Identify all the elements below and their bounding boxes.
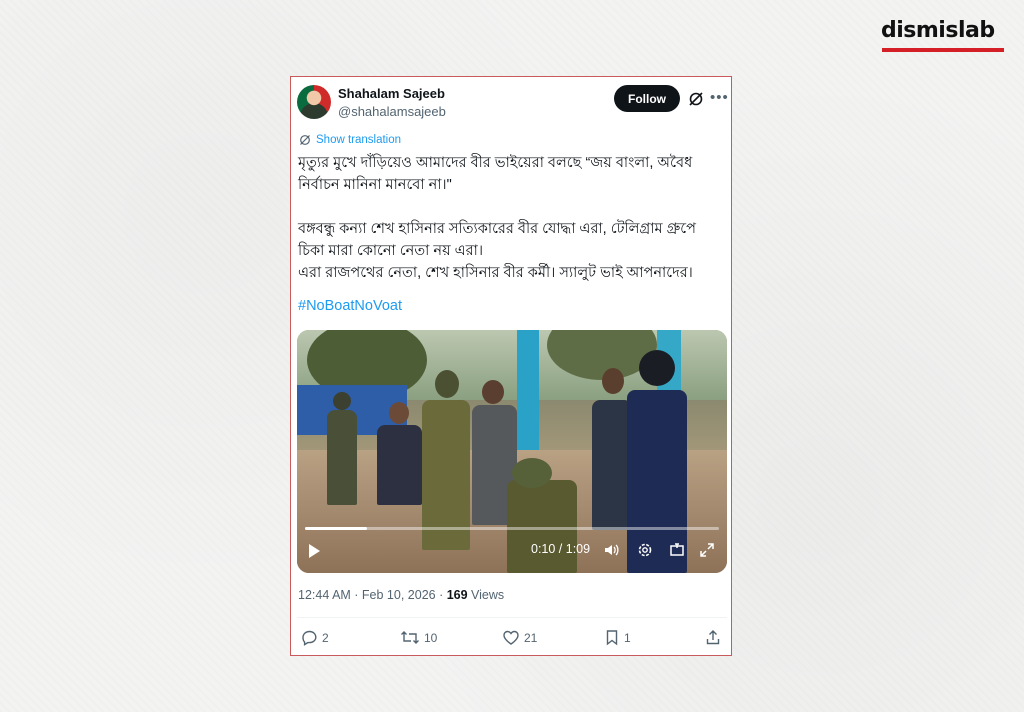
more-options-icon[interactable]: •••: [710, 89, 729, 106]
repost-button[interactable]: 10: [400, 629, 437, 646]
play-icon[interactable]: [309, 544, 320, 558]
bookmark-icon: [606, 630, 618, 646]
divider: [297, 617, 727, 618]
tweet-meta: 12:44 AM · Feb 10, 2026 · 169 Views: [298, 588, 504, 602]
tweet-text-line: মৃত্যুর মুখে দাঁড়িয়েও আমাদের বীর ভাইয়…: [298, 155, 693, 171]
grok-icon[interactable]: [688, 91, 704, 107]
timestamp[interactable]: 12:44 AM · Feb 10, 2026 ·: [298, 588, 447, 602]
logo-underline: [882, 48, 1004, 52]
author-handle[interactable]: @shahalamsajeeb: [338, 104, 446, 119]
views-label: Views: [467, 588, 505, 602]
tweet-text-line: নির্বাচন মানিনা মানবো না।": [298, 177, 452, 193]
like-count: 21: [524, 630, 538, 645]
bookmark-button[interactable]: 1: [604, 629, 631, 646]
video-progress-bar[interactable]: [305, 527, 719, 530]
tweet-actions: 2 10 21 1: [291, 629, 733, 651]
show-translation-label: Show translation: [316, 134, 402, 146]
tweet-text-line: বঙ্গবন্ধু কন্যা শেখ হাসিনার সত্যিকারের ব…: [298, 221, 696, 237]
video-controls: 0:10 / 1:09: [297, 534, 727, 570]
tweet-text-line: চিকা মারা কোনো নেতা নয় এরা।: [298, 243, 484, 259]
avatar[interactable]: [297, 85, 331, 119]
video-frame-wall: [517, 330, 539, 450]
share-button[interactable]: [705, 629, 721, 646]
volume-icon[interactable]: [602, 541, 620, 559]
follow-button[interactable]: Follow: [614, 85, 680, 112]
bookmark-count: 1: [624, 630, 631, 645]
tweet-text: মৃত্যুর মুখে দাঁড়িয়েও আমাদের বীর ভাইয়…: [298, 152, 728, 284]
share-icon: [706, 630, 720, 645]
video-player[interactable]: 0:10 / 1:09: [297, 330, 727, 573]
settings-icon[interactable]: [636, 541, 654, 559]
hashtag-link[interactable]: #NoBoatNoVoat: [298, 298, 402, 314]
pip-icon[interactable]: [668, 541, 686, 559]
like-button[interactable]: 21: [502, 629, 537, 646]
dismislab-logo: dismislab: [881, 18, 1005, 54]
tweet-text-line: এরা রাজপথের নেতা, শেখ হাসিনার বীর কর্মী।…: [298, 265, 693, 281]
video-time: 0:10 / 1:09: [531, 542, 591, 556]
views-count: 169: [446, 588, 468, 602]
video-progress-fill: [305, 527, 368, 530]
fullscreen-icon[interactable]: [698, 541, 716, 559]
show-translation-link[interactable]: Show translation: [299, 134, 401, 146]
tweet-card: Shahalam Sajeeb @shahalamsajeeb Follow •…: [290, 76, 732, 656]
repost-icon: [401, 631, 419, 644]
author-name[interactable]: Shahalam Sajeeb: [338, 86, 445, 101]
heart-icon: [503, 630, 519, 645]
reply-button[interactable]: 2: [301, 629, 329, 646]
reply-icon: [302, 630, 317, 646]
translate-icon: [300, 135, 310, 145]
reply-count: 2: [322, 630, 329, 645]
repost-count: 10: [424, 630, 438, 645]
logo-text: dismislab: [881, 18, 995, 43]
